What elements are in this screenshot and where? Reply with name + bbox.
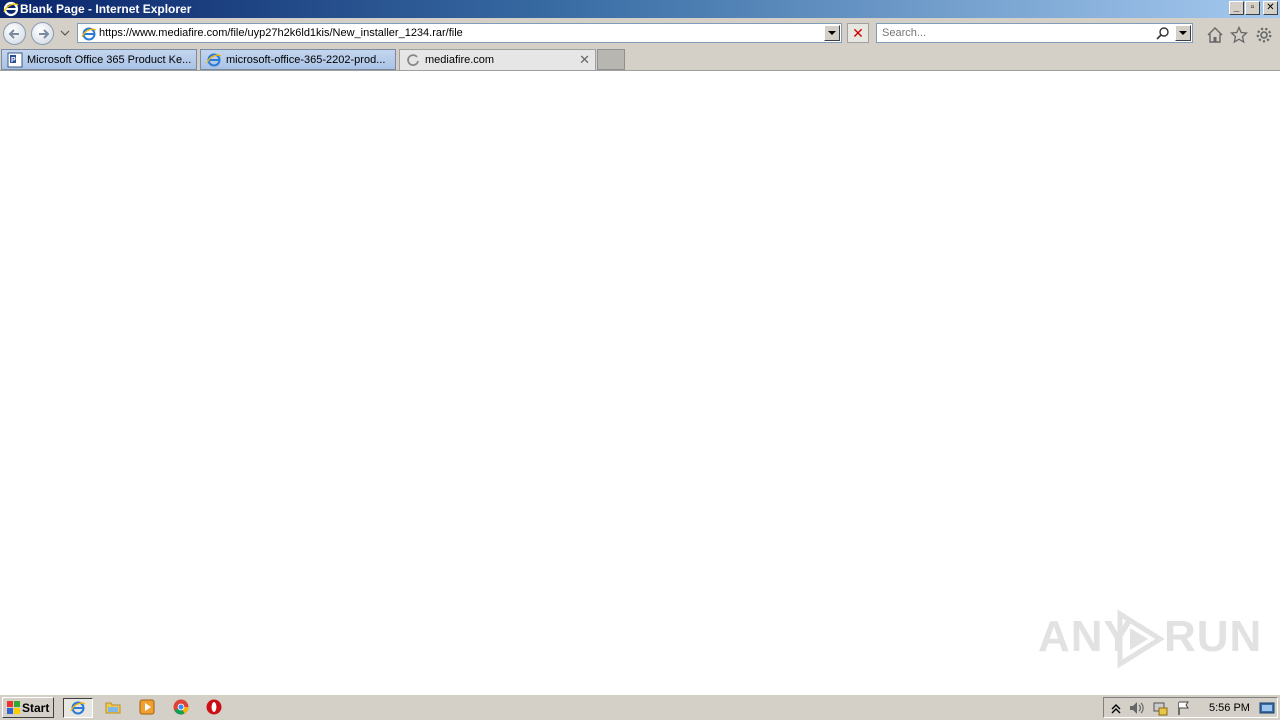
close-tab-icon[interactable]: ✕: [579, 52, 590, 68]
close-icon: ✕: [852, 25, 864, 41]
svg-text:P: P: [11, 57, 16, 64]
ie-icon: [206, 53, 222, 67]
minimize-button[interactable]: _: [1229, 1, 1244, 15]
taskbar-opera-button[interactable]: [205, 698, 225, 718]
web-page-icon: P: [7, 52, 23, 68]
forward-button[interactable]: [31, 22, 54, 45]
taskbar-media-player-button[interactable]: [138, 698, 158, 718]
search-icon[interactable]: [1156, 26, 1170, 40]
show-hidden-icons-icon[interactable]: [1108, 700, 1124, 716]
restore-button[interactable]: ▫: [1245, 1, 1260, 15]
taskbar: Start 5:56 PM: [0, 694, 1280, 720]
volume-icon[interactable]: [1128, 700, 1144, 716]
system-tray: 5:56 PM: [1103, 697, 1278, 718]
search-dropdown-button[interactable]: [1175, 25, 1191, 41]
tab-label: mediafire.com: [425, 54, 495, 66]
taskbar-chrome-button[interactable]: [172, 698, 192, 718]
watermark-text-right: RUN: [1164, 612, 1263, 661]
play-triangle-icon: [1117, 609, 1165, 669]
new-tab-button[interactable]: [597, 49, 625, 70]
taskbar-explorer-button[interactable]: [104, 698, 124, 718]
start-button[interactable]: Start: [2, 697, 54, 718]
folder-icon: [105, 702, 121, 714]
back-button[interactable]: [3, 22, 26, 45]
chevron-down-icon: [828, 31, 836, 35]
address-url[interactable]: https://www.mediafire.com/file/uyp27h2k6…: [99, 27, 463, 39]
windows-flag-icon: [7, 701, 20, 714]
chevron-down-icon: [1179, 31, 1187, 35]
close-window-button[interactable]: ✕: [1263, 1, 1278, 15]
address-bar[interactable]: https://www.mediafire.com/file/uyp27h2k6…: [77, 23, 842, 43]
home-icon[interactable]: [1206, 26, 1224, 44]
search-box[interactable]: [876, 23, 1193, 43]
network-icon[interactable]: [1152, 700, 1168, 716]
history-dropdown-icon[interactable]: [60, 28, 70, 38]
tab-label: microsoft-office-365-2202-prod...: [226, 54, 386, 66]
chrome-icon: [173, 699, 189, 715]
favorites-star-icon[interactable]: [1230, 26, 1248, 44]
loading-spinner-icon: [407, 54, 419, 66]
navigation-bar: https://www.mediafire.com/file/uyp27h2k6…: [0, 18, 1280, 47]
ie-page-icon: [81, 27, 97, 41]
show-desktop-icon[interactable]: [1259, 700, 1275, 716]
clock[interactable]: 5:56 PM: [1209, 702, 1250, 714]
title-bar: Blank Page - Internet Explorer _ ▫ ✕: [0, 0, 1280, 18]
page-content: [0, 71, 1280, 692]
ie-logo-icon: [3, 1, 19, 17]
address-dropdown-button[interactable]: [824, 25, 840, 41]
start-label: Start: [22, 701, 50, 715]
action-center-flag-icon[interactable]: [1176, 700, 1192, 716]
stop-button[interactable]: ✕: [847, 23, 869, 43]
anyrun-watermark: ANY RUN: [1038, 608, 1261, 669]
gear-icon[interactable]: [1255, 26, 1273, 44]
media-player-icon: [139, 699, 155, 715]
tab-label: Microsoft Office 365 Product Ke...: [27, 54, 192, 66]
forward-arrow-icon: [39, 29, 50, 39]
opera-icon: [206, 699, 222, 715]
tab-office-365-2202[interactable]: microsoft-office-365-2202-prod...: [200, 49, 396, 70]
tab-office-product-key[interactable]: P Microsoft Office 365 Product Ke...: [1, 49, 197, 70]
taskbar-ie-button[interactable]: [63, 698, 93, 718]
tab-bar: P Microsoft Office 365 Product Ke... mic…: [0, 47, 1280, 71]
tab-mediafire[interactable]: mediafire.com ✕: [399, 49, 596, 70]
search-input[interactable]: [880, 26, 1154, 40]
ie-icon: [70, 701, 86, 715]
back-arrow-icon: [8, 29, 19, 39]
window-title: Blank Page - Internet Explorer: [20, 2, 192, 16]
